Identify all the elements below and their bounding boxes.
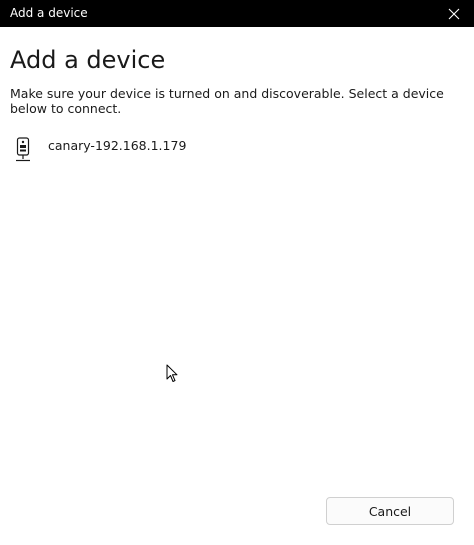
close-icon — [448, 8, 460, 19]
device-list-item[interactable]: canary-192.168.1.179 — [6, 134, 306, 166]
instructions-text: Make sure your device is turned on and d… — [10, 86, 444, 116]
add-device-dialog: Add a device Add a device Make sure your… — [0, 0, 474, 545]
background-window-text-fragment — [11, 27, 231, 32]
page-title: Add a device — [10, 46, 166, 74]
cancel-button[interactable]: Cancel — [326, 497, 454, 525]
close-button[interactable] — [434, 0, 474, 27]
device-camera-icon — [10, 134, 36, 166]
device-name: canary-192.168.1.179 — [48, 137, 187, 153]
mouse-pointer-icon — [166, 364, 178, 382]
title-bar: Add a device — [0, 0, 474, 27]
window-title: Add a device — [10, 6, 88, 20]
